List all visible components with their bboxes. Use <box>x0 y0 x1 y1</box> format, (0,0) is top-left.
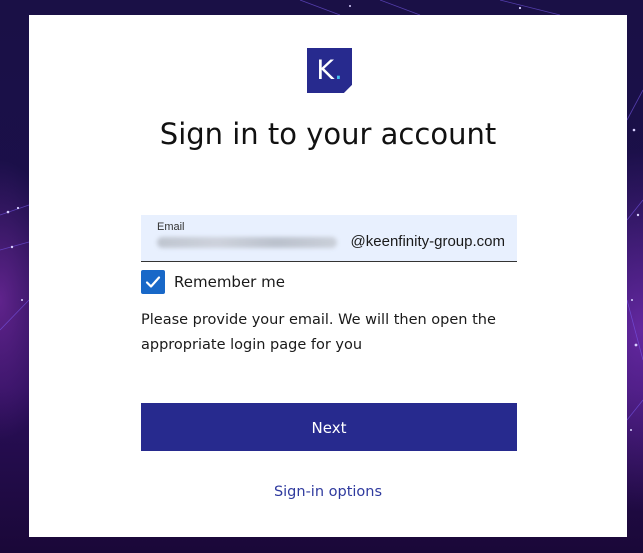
email-domain-text: @keenfinity-group.com <box>350 233 505 250</box>
sign-in-card: K. Sign in to your account Email @keenfi… <box>29 15 627 537</box>
remember-me-label: Remember me <box>174 273 285 291</box>
logo-letter: K <box>316 55 335 86</box>
description-text: Please provide your email. We will then … <box>141 312 496 353</box>
email-label: Email <box>157 221 185 233</box>
email-field[interactable]: Email @keenfinity-group.com <box>141 215 517 262</box>
email-redacted-username <box>157 237 337 248</box>
next-button[interactable]: Next <box>141 403 517 451</box>
company-logo: K. <box>307 48 352 93</box>
remember-me-row[interactable]: Remember me <box>141 270 285 294</box>
logo-dot: . <box>334 55 343 86</box>
checkmark-icon <box>145 276 161 288</box>
remember-me-checkbox[interactable] <box>141 270 165 294</box>
sign-in-options-link[interactable]: Sign-in options <box>29 484 627 500</box>
page-title: Sign in to your account <box>159 117 497 151</box>
